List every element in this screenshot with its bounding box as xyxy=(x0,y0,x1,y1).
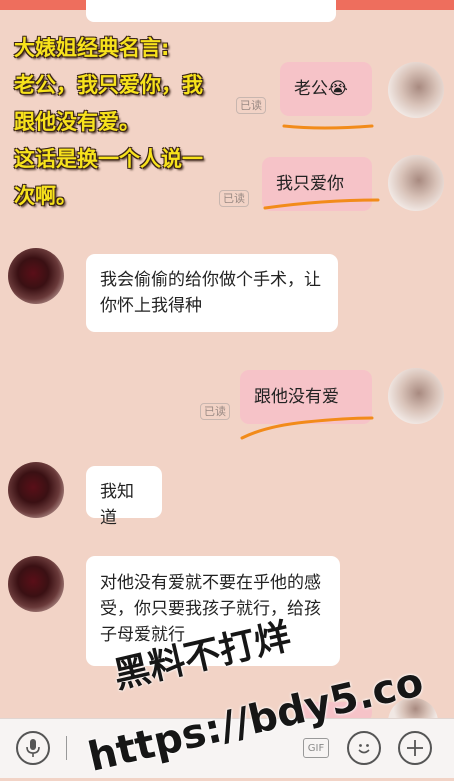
underline-annotation xyxy=(282,124,374,130)
my-avatar[interactable] xyxy=(388,155,444,211)
microphone-icon xyxy=(26,739,40,757)
my-avatar[interactable] xyxy=(388,62,444,118)
underline-annotation xyxy=(240,416,374,440)
message-bubble[interactable]: 我会偷偷的给你做个手术，让你怀上我得种 xyxy=(86,254,338,332)
smiley-icon xyxy=(358,744,370,754)
emoji-button[interactable] xyxy=(347,731,381,765)
caption-line: 大婊姐经典名言: xyxy=(14,36,170,60)
more-button[interactable] xyxy=(398,731,432,765)
underline-annotation xyxy=(263,198,380,210)
plus-icon xyxy=(407,740,423,756)
my-avatar[interactable] xyxy=(388,368,444,424)
voice-button[interactable] xyxy=(16,731,50,765)
contact-avatar[interactable] xyxy=(8,462,64,518)
contact-avatar[interactable] xyxy=(8,248,64,304)
read-receipt: 已读 xyxy=(236,97,266,114)
gif-button[interactable]: GIF xyxy=(303,738,329,758)
read-receipt: 已读 xyxy=(219,190,249,207)
read-receipt: 已读 xyxy=(200,403,230,420)
message-bubble[interactable]: 我知道 xyxy=(86,466,162,528)
caption-line: 这话是换一个人说一 xyxy=(14,147,203,171)
text-input-cursor[interactable] xyxy=(66,736,67,760)
contact-avatar[interactable] xyxy=(8,556,64,612)
message-bubble[interactable]: 老公😭 xyxy=(280,62,372,116)
caption-overlay: 大婊姐经典名言: 老公，我只爱你，我 跟他没有爱。 这话是换一个人说一 次啊。 xyxy=(14,30,282,215)
previous-message-bubble xyxy=(86,0,336,22)
